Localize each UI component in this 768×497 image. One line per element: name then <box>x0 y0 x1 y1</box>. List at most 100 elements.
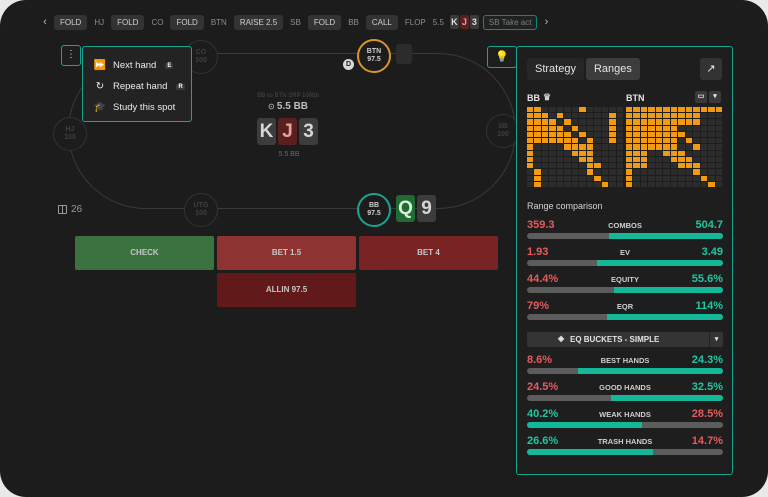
external-link-icon[interactable]: ↗ <box>700 58 722 80</box>
board-card-1: K <box>257 118 276 145</box>
chevron-down-icon[interactable]: ▾ <box>709 91 721 103</box>
tab-ranges[interactable]: Ranges <box>585 58 640 80</box>
range-cell <box>648 181 655 187</box>
range-cell <box>571 175 579 181</box>
chip-icon: ⊙ <box>267 102 277 111</box>
history-next-arrow-icon[interactable]: › <box>541 16 551 28</box>
range-cell <box>549 119 556 125</box>
ev-bar-fill <box>596 260 723 266</box>
range-cell <box>715 125 722 131</box>
repeat-hand-shortcut: R <box>176 83 185 90</box>
range-cell <box>564 150 571 156</box>
range-cell <box>541 150 549 156</box>
range-cell <box>633 113 640 119</box>
range-cell <box>693 150 700 156</box>
range-cell <box>534 138 541 144</box>
check-button[interactable]: CHECK <box>75 236 214 270</box>
range-cell <box>534 131 541 138</box>
range-cell <box>527 156 534 163</box>
hint-lightbulb-toggle[interactable]: 💡 <box>487 46 517 68</box>
more-menu-toggle[interactable]: ⋮ <box>61 45 81 66</box>
range-cell <box>586 150 594 156</box>
pot-size: ⊙ 5.5 BB <box>246 101 330 112</box>
history-action-1[interactable]: FOLD <box>54 14 88 30</box>
seat-utg-stack: 100 <box>195 210 207 217</box>
range-cell <box>579 138 586 144</box>
range-player-left: BB <box>527 93 540 103</box>
range-cell <box>633 138 640 144</box>
range-cell <box>700 181 708 187</box>
history-action-3[interactable]: FOLD <box>170 14 204 30</box>
range-cell <box>663 175 670 181</box>
range-cell <box>594 125 601 131</box>
take-action-chip[interactable]: SB Take act <box>482 14 538 30</box>
range-cell <box>640 181 648 187</box>
range-cell <box>594 175 601 181</box>
range-cell <box>678 150 685 156</box>
eqr-bar <box>527 314 723 320</box>
range-cell <box>708 138 715 144</box>
range-cell <box>700 169 708 175</box>
range-cell <box>601 107 609 113</box>
range-cell <box>633 107 640 113</box>
range-cell <box>616 156 623 163</box>
range-cell <box>700 138 708 144</box>
eqr-bar-fill <box>607 314 723 320</box>
pot-size-value: 5.5 BB <box>276 101 309 112</box>
range-cell <box>541 175 549 181</box>
range-cell <box>708 175 715 181</box>
range-cell <box>594 163 601 169</box>
range-cell <box>527 113 534 119</box>
range-grid-bb[interactable] <box>527 107 623 187</box>
history-action-2[interactable]: FOLD <box>111 14 145 30</box>
bet-large-button[interactable]: BET 4 <box>359 236 498 270</box>
range-cell <box>715 119 722 125</box>
range-cell <box>700 175 708 181</box>
range-cell <box>594 107 601 113</box>
chevron-down-icon[interactable]: ▾ <box>709 332 723 347</box>
history-action-5[interactable]: FOLD <box>307 14 342 30</box>
allin-button[interactable]: ALLIN 97.5 <box>217 273 356 307</box>
history-action-6[interactable]: CALL <box>365 14 398 30</box>
range-cell <box>678 138 685 144</box>
history-flop-cards[interactable]: K J 3 <box>449 15 479 29</box>
range-cell <box>571 150 579 156</box>
menu-next-hand[interactable]: ⏩ Next hand E <box>93 55 191 76</box>
range-cell <box>640 163 648 169</box>
eq-buckets-select[interactable]: ◈ EQ BUCKETS - SIMPLE ▾ <box>527 332 723 347</box>
bet-small-button[interactable]: BET 1.5 <box>217 236 356 270</box>
menu-repeat-hand-label: Repeat hand <box>113 81 168 92</box>
range-cell <box>693 156 700 163</box>
range-cell <box>633 131 640 138</box>
range-cell <box>586 119 594 125</box>
range-cell <box>626 156 633 163</box>
range-cell <box>571 163 579 169</box>
range-cell <box>541 181 549 187</box>
range-cell <box>693 107 700 113</box>
range-cell <box>626 125 633 131</box>
range-cell <box>715 131 722 138</box>
range-cell <box>648 175 655 181</box>
range-cell <box>685 125 693 131</box>
range-cell <box>571 181 579 187</box>
range-cell <box>564 107 571 113</box>
menu-repeat-hand[interactable]: ↻ Repeat hand R <box>93 76 191 97</box>
history-prev-arrow-icon[interactable]: ‹ <box>40 16 50 28</box>
ev-label: EV <box>619 248 630 257</box>
range-cell <box>685 138 693 144</box>
ev-bar <box>527 260 723 266</box>
range-cell <box>556 181 564 187</box>
range-cell <box>564 138 571 144</box>
layout-view-icon[interactable]: ▭ <box>695 91 707 103</box>
range-cell <box>685 169 693 175</box>
range-cell <box>534 113 541 119</box>
range-cell <box>556 163 564 169</box>
tab-strategy[interactable]: Strategy <box>527 58 584 80</box>
history-action-4[interactable]: RAISE 2.5 <box>233 14 284 30</box>
range-cell <box>633 150 640 156</box>
range-cell <box>626 175 633 181</box>
range-cell <box>655 125 663 131</box>
range-cell <box>685 181 693 187</box>
menu-study-spot[interactable]: 🎓 Study this spot <box>93 97 191 118</box>
range-grid-btn[interactable] <box>626 107 722 187</box>
